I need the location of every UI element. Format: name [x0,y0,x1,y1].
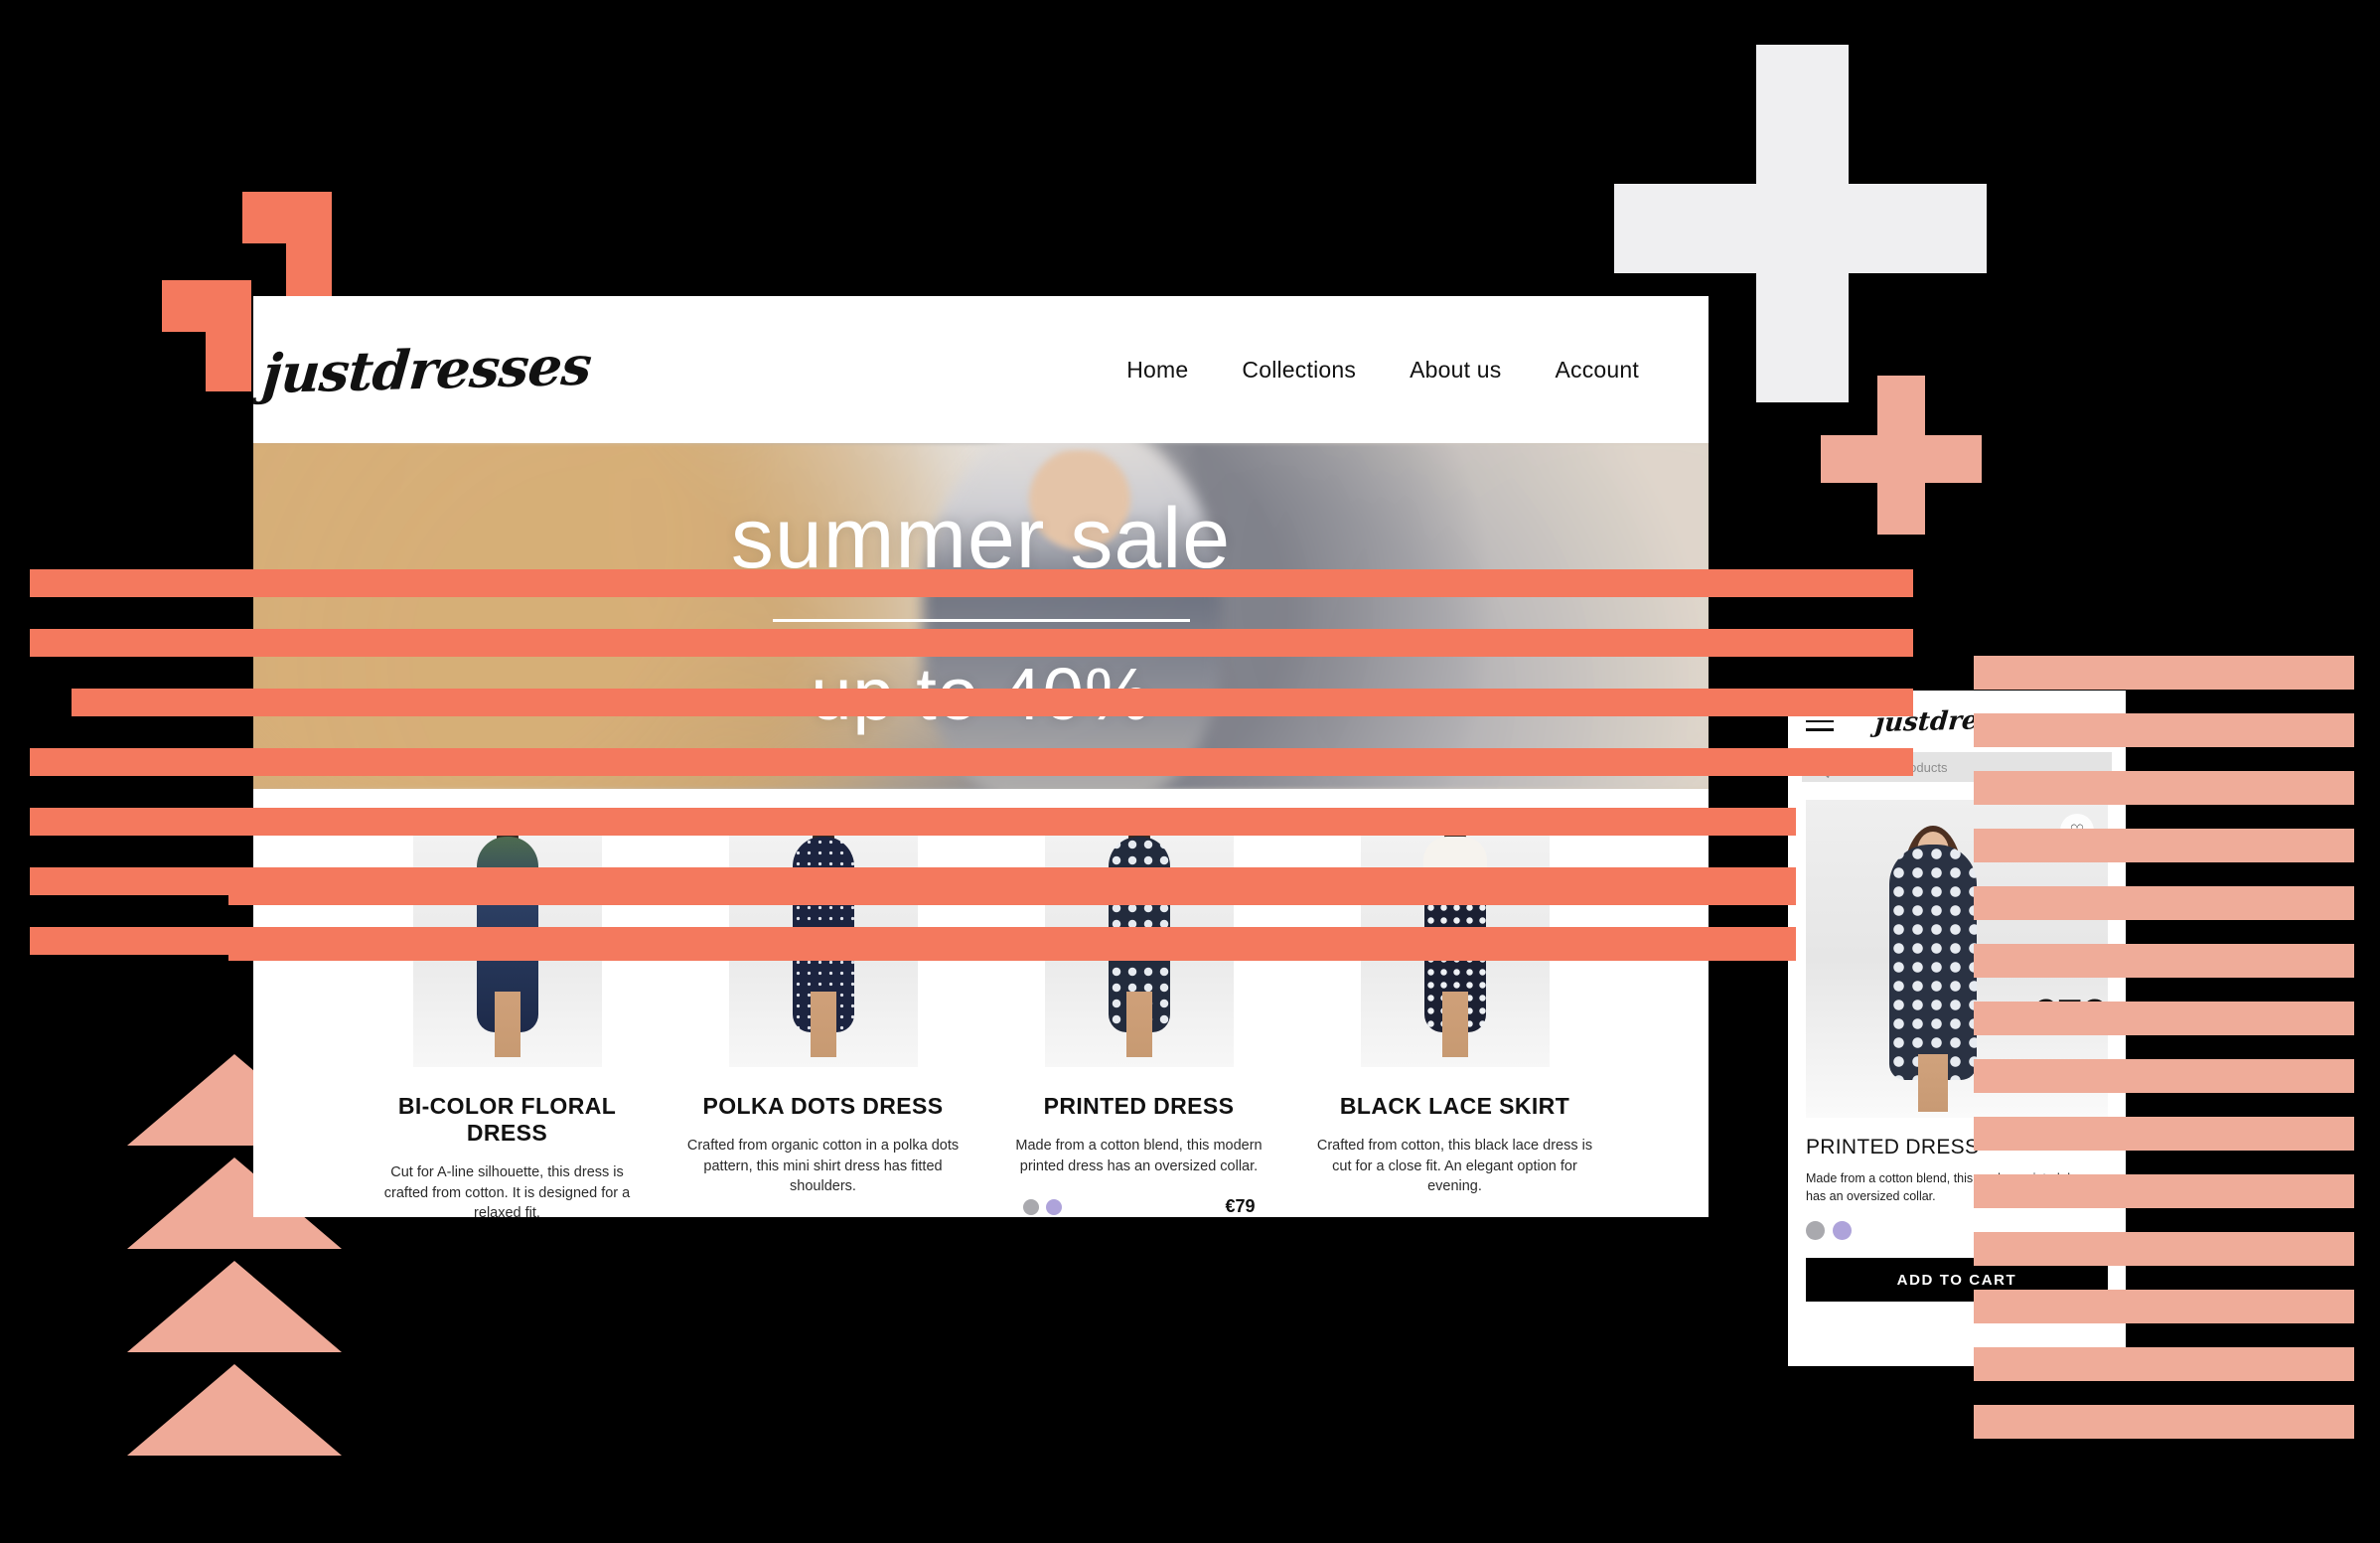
hero-banner: summer sale up to 40% [253,443,1709,789]
site-header: justdresses Home Collections About us Ac… [253,296,1709,443]
decorative-step-shape-2 [162,280,251,391]
product-description: Cut for A-line silhouette, this dress is… [383,1164,631,1217]
product-description: Crafted from cotton, this black lace dre… [1316,1138,1593,1195]
product-image[interactable] [1360,817,1550,1067]
mobile-header: justdresses [1788,691,2126,752]
main-navigation: Home Collections About us Account [1126,357,1639,384]
product-title: BLACK LACE SKIRT [1339,1093,1570,1119]
heart-icon: ♡ [2069,821,2085,841]
dress-shape [1888,844,1977,1080]
decorative-stripe [1974,1405,2354,1439]
product-meta: €79 [993,1196,1285,1217]
hero-title: summer sale [730,491,1232,586]
search-placeholder: Search for products [1835,759,1948,775]
product-description: Crafted from organic cotton in a polka d… [686,1138,960,1195]
mobile-search-bar[interactable]: Search for products [1802,752,2112,782]
decorative-stripe [1974,656,2354,690]
mobile-product-image[interactable]: ♡ [1806,800,2108,1118]
product-image[interactable] [1044,817,1234,1067]
product-price: €79 [1225,1196,1256,1217]
nav-item-account[interactable]: Account [1555,357,1639,384]
color-swatches [1022,1198,1062,1215]
product-title: BI-COLOR FLORAL DRESS [397,1093,617,1146]
product-image[interactable] [728,817,918,1067]
product-card[interactable]: BI-COLOR FLORAL DRESS Cut for A-line sil… [350,817,666,1217]
product-image[interactable] [412,817,602,1067]
favorite-button[interactable]: ♡ [2060,814,2094,848]
hamburger-icon[interactable] [1806,705,1834,737]
product-description: Made from a cotton blend, this modern pr… [1015,1138,1263,1174]
brand-logo-wrap[interactable]: justdresses [253,334,593,406]
hero-divider [772,619,1190,622]
product-card[interactable]: POLKA DOTS DRESS Crafted from organic co… [666,817,981,1217]
model-legs [1917,1054,1948,1112]
model-legs [810,992,836,1057]
add-to-cart-button[interactable]: ADD TO CART [1806,1258,2108,1303]
product-card[interactable]: PRINTED DRESS Made from a cotton blend, … [981,817,1297,1217]
decorative-triangle-3 [127,1261,342,1352]
product-title: PRINTED DRESS [1043,1093,1235,1119]
mobile-product-title: PRINTED DRESS [1806,1136,1980,1158]
brand-logo: justdresses [260,333,594,406]
nav-item-collections[interactable]: Collections [1242,357,1356,384]
mockup-canvas: justdresses Home Collections About us Ac… [0,0,2380,1543]
decorative-cross-small [1821,376,1982,535]
color-swatch[interactable] [1022,1198,1039,1215]
model-legs [494,992,521,1057]
search-icon [1814,760,1827,774]
model-legs [1441,992,1468,1057]
nav-item-about-us[interactable]: About us [1410,357,1501,384]
model-legs [1125,992,1152,1057]
color-swatch[interactable] [1806,1221,1825,1241]
blouse-shape [1422,837,1487,889]
product-card[interactable]: BLACK LACE SKIRT Crafted from cotton, th… [1297,817,1613,1217]
mobile-product-description: Made from a cotton blend, this modern pr… [1806,1171,2094,1204]
nav-item-home[interactable]: Home [1126,357,1188,384]
mobile-product-price: €79 [2031,990,2108,1041]
product-grid: BI-COLOR FLORAL DRESS Cut for A-line sil… [253,789,1709,1217]
product-title: POLKA DOTS DRESS [702,1093,944,1119]
color-swatch[interactable] [1833,1221,1852,1241]
desktop-site-mockup: justdresses Home Collections About us Ac… [253,296,1709,1217]
decorative-step-shape-1 [242,192,332,303]
mobile-brand-logo: justdresses [1873,703,2040,739]
mobile-color-swatches [1806,1221,2108,1241]
mobile-product-info: PRINTED DRESS Made from a cotton blend, … [1788,1118,2126,1241]
mobile-site-mockup: justdresses Search for products ♡ €79 PR… [1788,691,2126,1366]
hero-copy: summer sale up to 40% [253,443,1709,789]
decorative-triangle-4 [127,1364,342,1456]
color-swatch[interactable] [1045,1198,1062,1215]
hero-subtitle: up to 40% [811,653,1151,735]
